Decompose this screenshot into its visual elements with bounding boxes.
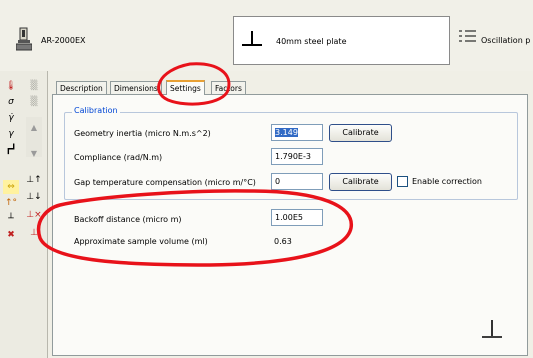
- torque-icon[interactable]: ↑°: [3, 196, 19, 210]
- instrument-bar: AR-2000EX 40mm steel plate Oscillation p: [0, 0, 533, 71]
- geometry-disabled-icon-2: ▒: [30, 97, 38, 107]
- geometry-icon[interactable]: ┏┛: [3, 143, 19, 157]
- scroll-down-arrow[interactable]: ▼: [28, 149, 40, 159]
- zero-gap-icon[interactable]: ⊥×: [26, 208, 42, 222]
- sample-volume-value: 0.63: [274, 237, 292, 246]
- compliance-input[interactable]: 1.790E-3: [271, 148, 323, 165]
- tab-dimensions[interactable]: Dimensions: [110, 81, 162, 95]
- instrument-icon[interactable]: [16, 27, 32, 51]
- procedure-list-icon[interactable]: [457, 28, 477, 44]
- strain-rate-icon[interactable]: γ̇: [3, 111, 19, 125]
- geometry-name: 40mm steel plate: [276, 37, 347, 46]
- geometry-selector[interactable]: 40mm steel plate: [233, 16, 450, 65]
- geometry-inertia-label: Geometry inertia (micro N.m.s^2): [74, 129, 211, 138]
- calibrate-gap-button[interactable]: Calibrate: [329, 173, 392, 191]
- calibration-title: Calibration: [72, 106, 120, 115]
- backoff-label: Backoff distance (micro m): [74, 215, 182, 224]
- tab-settings[interactable]: Settings: [166, 80, 205, 95]
- left-toolbar: 🌡 ▒ σ ▒ γ̇ γ ┏┛ ▲ ▼ ⇔ ⊥↑ ↑° ⊥↓ ┴ ⊥× ✖ ⊥: [0, 71, 48, 358]
- strain-icon[interactable]: γ: [3, 127, 19, 141]
- oscillation-icon[interactable]: ⇔: [3, 180, 19, 194]
- sample-volume-label: Approximate sample volume (ml): [74, 237, 208, 246]
- normal-force-icon[interactable]: ┴: [3, 212, 19, 226]
- enable-correction-label: Enable correction: [412, 177, 482, 186]
- calibrate-inertia-button[interactable]: Calibrate: [329, 124, 392, 142]
- tab-description[interactable]: Description: [56, 81, 107, 95]
- scroll-up-arrow[interactable]: ▲: [28, 123, 40, 133]
- geometry-inertia-input[interactable]: 3.149: [271, 124, 323, 141]
- geometry-plate-icon: [242, 31, 262, 46]
- gap-up-icon[interactable]: ⊥↑: [26, 173, 42, 187]
- instrument-name: AR-2000EX: [41, 36, 86, 45]
- gap-icon[interactable]: ⊥: [26, 226, 42, 240]
- clear-icon[interactable]: ✖: [3, 228, 19, 242]
- compliance-label: Compliance (rad/N.m): [74, 153, 163, 162]
- backoff-input[interactable]: 1.00E5: [271, 209, 323, 226]
- geometry-plate-icon-large: [482, 320, 502, 338]
- tab-factors[interactable]: Factors: [211, 81, 246, 95]
- procedure-name: Oscillation p: [481, 36, 531, 45]
- temperature-icon[interactable]: 🌡: [3, 79, 19, 93]
- gap-temp-input[interactable]: 0: [271, 173, 323, 190]
- gap-temp-label: Gap temperature compensation (micro m/°C…: [74, 178, 256, 187]
- stress-icon[interactable]: σ: [3, 95, 19, 109]
- gap-down-icon[interactable]: ⊥↓: [26, 190, 42, 204]
- geometry-disabled-icon: ▒: [30, 81, 38, 91]
- enable-correction-checkbox[interactable]: [397, 176, 408, 187]
